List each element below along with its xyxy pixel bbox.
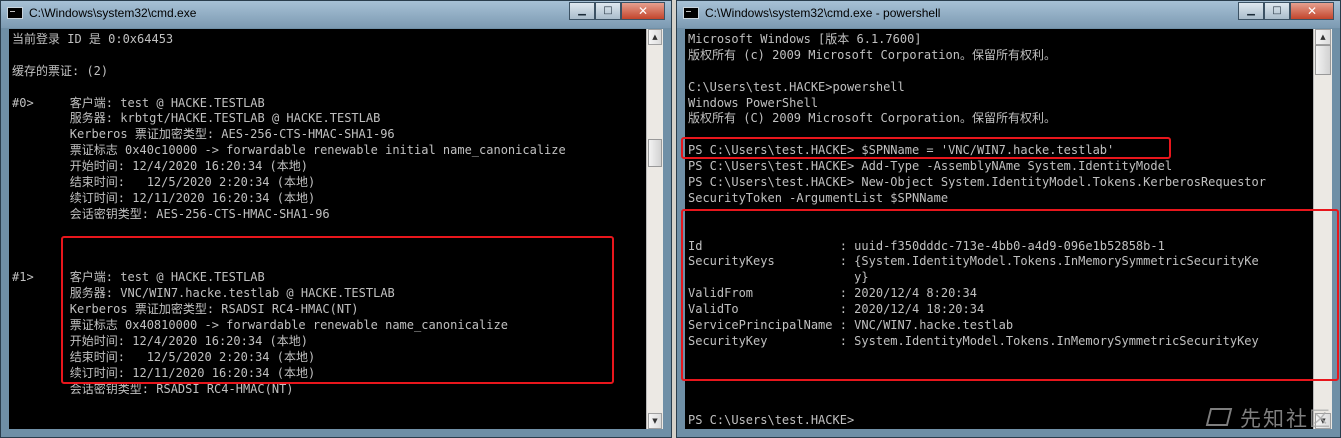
highlight-box-spn-command [681, 137, 1171, 159]
console-line: 续订时间: 12/11/2020 16:20:34 (本地) [12, 190, 316, 205]
console-line: SecurityToken -ArgumentList $SPNName [688, 190, 949, 205]
console-line: 当前登录 ID 是 0:0x64453 [12, 32, 174, 46]
vertical-scrollbar[interactable]: ▲ ▼ [646, 29, 663, 429]
scroll-up-arrow-icon[interactable]: ▲ [648, 29, 662, 45]
maximize-button[interactable]: □ [1264, 2, 1290, 20]
maximize-button[interactable]: □ [595, 2, 621, 20]
console-line: PS C:\Users\test.HACKE> New-Object Syste… [688, 175, 1266, 190]
console-line: 会话密钥类型: AES-256-CTS-HMAC-SHA1-96 [12, 206, 330, 221]
title-bar[interactable]: C:\Windows\system32\cmd.exe - powershell… [677, 1, 1340, 28]
window-title: C:\Windows\system32\cmd.exe - powershell [705, 6, 941, 20]
console-line: 开始时间: 12/4/2020 16:20:34 (本地) [12, 159, 308, 174]
scroll-down-arrow-icon[interactable]: ▼ [648, 413, 662, 429]
watermark-text: 先知社区 [1240, 407, 1332, 431]
window-controls: ▁ □ ✕ [1238, 2, 1334, 20]
console-line: Windows PowerShell [688, 95, 819, 110]
console-line: 服务器: krbtgt/HACKE.TESTLAB @ HACKE.TESTLA… [12, 111, 381, 126]
close-button[interactable]: ✕ [1290, 2, 1334, 20]
console-line: Kerberos 票证加密类型: AES-256-CTS-HMAC-SHA1-9… [12, 127, 395, 142]
minimize-button[interactable]: ▁ [569, 2, 595, 20]
console-line: 版权所有 (C) 2009 Microsoft Corporation。保留所有… [688, 111, 1056, 126]
console-app-icon [7, 7, 23, 19]
watermark: 先知社区 [1206, 403, 1332, 433]
cmd-window-left[interactable]: C:\Windows\system32\cmd.exe ▁ □ ✕ 当前登录 I… [0, 0, 672, 438]
minimize-button[interactable]: ▁ [1238, 2, 1264, 20]
window-controls: ▁ □ ✕ [569, 2, 665, 20]
console-line: 版权所有 (c) 2009 Microsoft Corporation。保留所有… [688, 47, 1056, 62]
window-title: C:\Windows\system32\cmd.exe [29, 6, 197, 20]
console-line: C:\Users\test.HACKE>powershell [688, 79, 905, 94]
title-bar[interactable]: C:\Windows\system32\cmd.exe ▁ □ ✕ [1, 1, 671, 28]
scroll-up-arrow-icon[interactable]: ▲ [1315, 29, 1331, 45]
console-line: 票证标志 0x40c10000 -> forwardable renewable… [12, 143, 566, 158]
scrollbar-thumb[interactable] [648, 139, 662, 167]
scrollbar-thumb[interactable] [1315, 45, 1331, 75]
console-line: 结束时间: 12/5/2020 2:20:34 (本地) [12, 175, 316, 190]
console-line: 缓存的票证: (2) [12, 63, 109, 78]
console-line: Microsoft Windows [版本 6.1.7600] [688, 32, 922, 46]
close-button[interactable]: ✕ [621, 2, 665, 20]
highlight-box-ticket-1 [61, 236, 614, 384]
highlight-box-token-output [681, 209, 1339, 381]
console-line: #0> 客户端: test @ HACKE.TESTLAB [12, 95, 265, 110]
console-app-icon [683, 7, 699, 19]
cmd-window-right-powershell[interactable]: C:\Windows\system32\cmd.exe - powershell… [676, 0, 1341, 438]
console-line: PS C:\Users\test.HACKE> [688, 413, 855, 428]
console-line: PS C:\Users\test.HACKE> Add-Type -Assemb… [688, 159, 1173, 174]
xianzhi-logo-icon [1206, 406, 1234, 430]
